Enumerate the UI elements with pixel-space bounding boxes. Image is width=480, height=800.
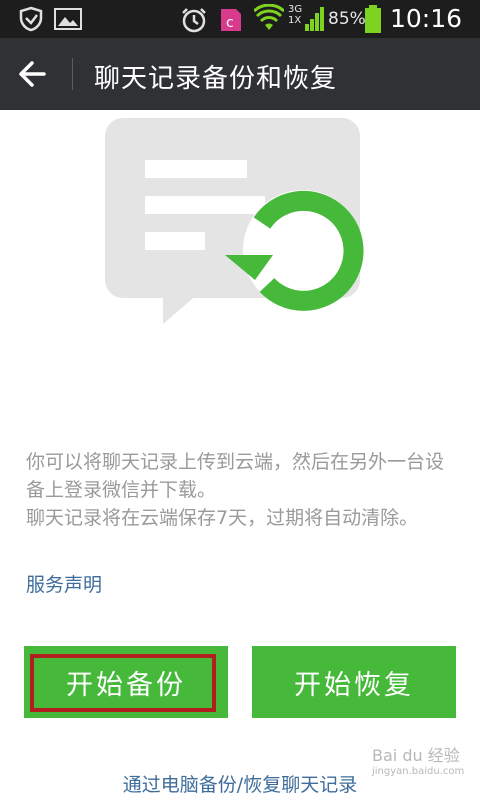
signal-icon — [305, 7, 324, 31]
arrow-left-icon — [19, 61, 46, 87]
start-backup-button[interactable]: 开始备份 — [24, 646, 228, 718]
action-bar: 聊天记录备份和恢复 — [0, 38, 480, 110]
start-restore-label: 开始恢复 — [294, 669, 414, 701]
watermark-sub: jingyan.baidu.com — [372, 766, 465, 777]
svg-text:c: c — [226, 15, 234, 31]
battery-icon — [365, 5, 381, 33]
alarm-icon — [182, 8, 206, 33]
description: 你可以将聊天记录上传到云端，然后在另外一台设备上登录微信并下载。 聊天记录将在云… — [26, 448, 458, 532]
watermark-text: Bai du 经验 — [372, 746, 460, 765]
shield-icon — [19, 6, 43, 32]
back-button[interactable] — [14, 54, 58, 94]
page-title: 聊天记录备份和恢复 — [94, 64, 338, 94]
description-line-2: 聊天记录将在云端保存7天，过期将自动清除。 — [26, 507, 419, 529]
network-type: 3G 1X — [288, 4, 302, 26]
network-label-bottom: 1X — [288, 15, 302, 26]
wifi-icon — [254, 4, 284, 30]
description-line-1: 你可以将聊天记录上传到云端，然后在另外一台设备上登录微信并下载。 — [26, 451, 445, 501]
action-bar-divider — [72, 58, 73, 90]
chat-restore-illustration — [105, 118, 364, 324]
clock: 10:16 — [390, 4, 463, 33]
status-bar: c 3G 1X 85% 10:16 — [0, 0, 480, 38]
watermark: Bai du 经验 jingyan.baidu.com — [372, 742, 480, 798]
image-icon — [54, 8, 82, 30]
start-backup-label: 开始备份 — [66, 669, 186, 701]
terms-link[interactable]: 服务声明 — [26, 570, 102, 597]
network-label-top: 3G — [288, 4, 303, 15]
start-restore-button[interactable]: 开始恢复 — [252, 646, 456, 718]
app-c-icon: c — [221, 9, 241, 31]
battery-percent: 85% — [328, 9, 366, 29]
